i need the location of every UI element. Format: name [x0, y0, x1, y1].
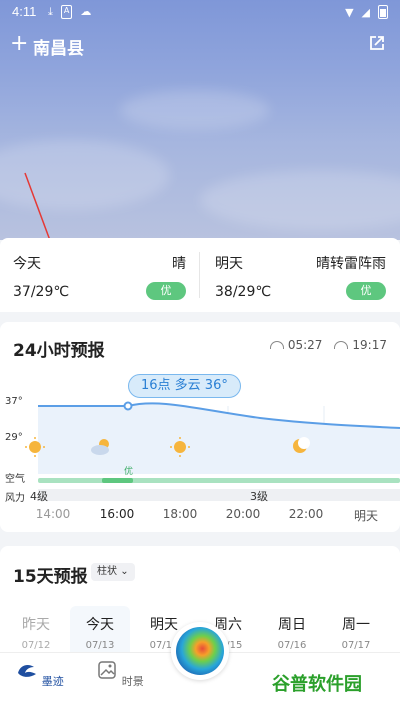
day-date: 07/16 [277, 640, 307, 651]
today-panel[interactable]: 今天 晴 37/29℃ 优 [0, 238, 200, 312]
temperature-curve[interactable] [0, 322, 400, 532]
air-label: 空气 [5, 474, 25, 485]
tomorrow-panel[interactable]: 明天 晴转雷阵雨 38/29℃ 优 [200, 238, 400, 312]
moji-logo-icon [18, 665, 37, 677]
wind-level-2: 3级 [250, 490, 268, 503]
hour-tooltip: 16点 多云 36° [128, 374, 241, 398]
y-tick-low: 29° [5, 432, 23, 443]
y-tick-high: 37° [5, 396, 23, 407]
chevron-down-icon: ⌄ [120, 566, 129, 577]
tomorrow-condition: 晴转雷阵雨 [316, 256, 386, 272]
wind-level-1: 4级 [30, 490, 48, 503]
forecast-24h-card: 24小时预报 05:27 19:17 37° 29° 16点 多云 36° 空气… [0, 322, 400, 532]
wind-bar [38, 489, 400, 501]
selected-point [123, 401, 133, 411]
wind-label: 风力 [5, 493, 25, 504]
forecast-15d-title: 15天预报 [13, 567, 88, 587]
day-name: 周日 [278, 617, 306, 633]
today-temp: 37/29℃ [13, 284, 70, 300]
day-summary-card: 今天 晴 37/29℃ 优 明天 晴转雷阵雨 38/29℃ 优 [0, 238, 400, 312]
curve-fill [38, 403, 400, 474]
radar-map-button[interactable] [171, 622, 229, 680]
radar-icon [176, 627, 224, 675]
day-date: 07/13 [85, 640, 115, 651]
chart-mode-dropdown[interactable]: 柱状 ⌄ [91, 563, 135, 581]
air-quality-bar [38, 478, 400, 483]
nav-label: 墨迹 [41, 675, 64, 688]
tomorrow-label: 明天 [215, 256, 243, 272]
hour-label: 22:00 [288, 507, 324, 521]
day-date: 07/17 [341, 640, 371, 651]
tomorrow-temp: 38/29℃ [215, 284, 272, 300]
today-aqi-badge: 优 [146, 282, 186, 300]
hour-label: 14:00 [35, 507, 71, 521]
hour-label: 20:00 [225, 507, 261, 521]
day-name: 昨天 [22, 617, 50, 633]
air-quality-active [102, 478, 133, 483]
hour-label: 16:00 [99, 507, 135, 521]
image-icon [98, 661, 116, 679]
day-name: 今天 [86, 617, 114, 633]
today-label: 今天 [13, 256, 41, 272]
air-active-badge: 优 [124, 467, 134, 477]
day-date: 07/12 [21, 640, 51, 651]
site-watermark-logo: 谷普软件园 [272, 674, 362, 695]
day-name: 周一 [342, 617, 370, 633]
nav-item-moji[interactable]: 墨迹 [10, 659, 70, 689]
hour-label: 明天 [353, 509, 378, 523]
nav-item-scene[interactable]: 时景 [90, 659, 150, 689]
tomorrow-aqi-badge: 优 [346, 282, 386, 300]
today-condition: 晴 [172, 256, 186, 272]
nav-label: 时景 [121, 675, 144, 688]
chart-mode-label: 柱状 [97, 566, 117, 577]
hour-label: 18:00 [162, 507, 198, 521]
